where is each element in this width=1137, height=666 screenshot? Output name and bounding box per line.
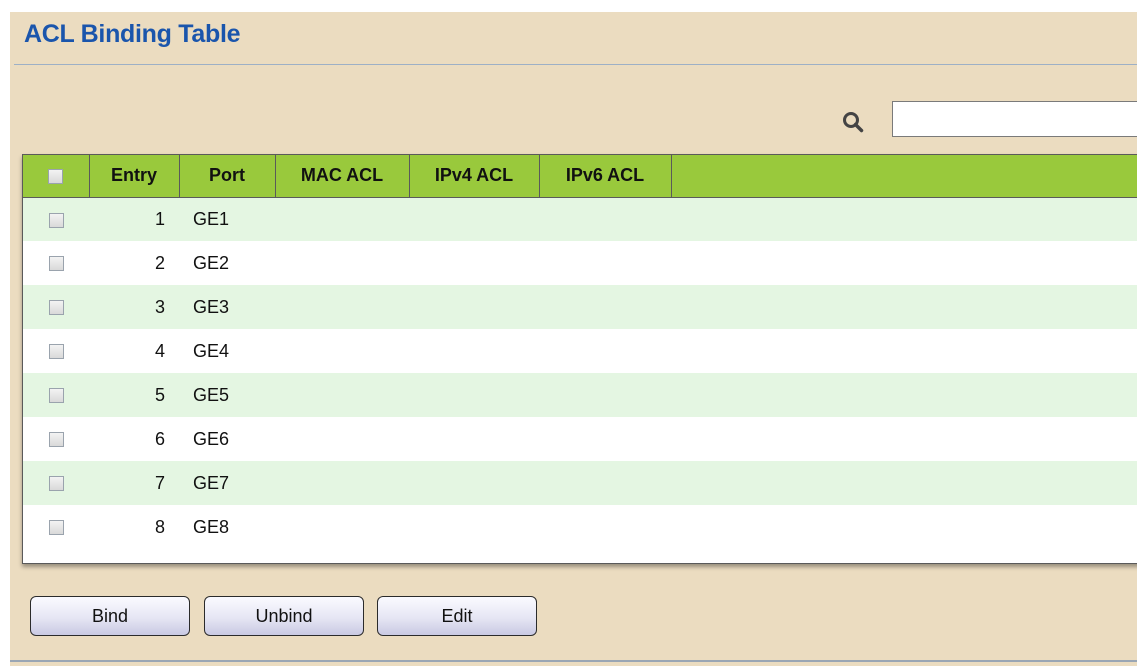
select-all-checkbox[interactable] <box>48 169 64 184</box>
page-title: ACL Binding Table <box>24 20 241 48</box>
row-checkbox[interactable] <box>48 256 64 272</box>
entry-cell: 6 <box>154 428 165 449</box>
row-checkbox[interactable] <box>48 432 64 448</box>
ipv4-acl-cell <box>409 241 539 285</box>
ipv4-acl-cell <box>409 329 539 373</box>
ipv6-acl-cell <box>539 285 671 329</box>
entry-cell: 1 <box>154 208 165 229</box>
mac-acl-cell <box>275 505 409 549</box>
mac-acl-cell <box>275 329 409 373</box>
port-cell: GE5 <box>193 384 230 405</box>
search-input[interactable] <box>892 101 1137 137</box>
filler-cell <box>671 241 1137 285</box>
row-checkbox[interactable] <box>48 520 64 536</box>
table-row[interactable]: 2 GE2 <box>23 241 1137 285</box>
ipv4-acl-cell <box>409 285 539 329</box>
row-select-cell <box>23 505 89 549</box>
unbind-button[interactable]: Unbind <box>204 596 364 636</box>
ipv6-acl-cell <box>539 241 671 285</box>
mac-acl-cell <box>275 417 409 461</box>
ipv6-acl-cell <box>539 373 671 417</box>
ipv6-acl-cell <box>539 329 671 373</box>
table-header-row: Entry Port MAC ACL IPv4 ACL IPv6 ACL <box>23 155 1137 198</box>
filler-cell <box>671 505 1137 549</box>
ipv4-acl-cell <box>409 197 539 241</box>
ipv4-acl-cell <box>409 373 539 417</box>
table-row[interactable]: 7 GE7 <box>23 461 1137 505</box>
ipv4-acl-cell <box>409 505 539 549</box>
entry-cell: 2 <box>154 252 165 273</box>
column-header-filler <box>671 155 1137 198</box>
ipv6-acl-cell <box>539 505 671 549</box>
table-row[interactable]: 8 GE8 <box>23 505 1137 549</box>
row-checkbox[interactable] <box>48 212 64 228</box>
row-checkbox[interactable] <box>48 300 64 316</box>
row-select-cell <box>23 329 89 373</box>
column-header-ipv4-acl[interactable]: IPv4 ACL <box>409 155 540 198</box>
mac-acl-cell <box>275 373 409 417</box>
entry-cell: 3 <box>154 296 165 317</box>
select-all-cell <box>23 155 90 198</box>
port-cell: GE8 <box>193 516 230 537</box>
column-header-ipv6-acl[interactable]: IPv6 ACL <box>539 155 672 198</box>
table-row[interactable]: 1 GE1 <box>23 197 1137 241</box>
bind-button[interactable]: Bind <box>30 596 190 636</box>
ipv6-acl-cell <box>539 461 671 505</box>
mac-acl-cell <box>275 241 409 285</box>
mac-acl-cell <box>275 461 409 505</box>
mac-acl-cell <box>275 197 409 241</box>
filler-cell <box>671 197 1137 241</box>
table-row[interactable]: 4 GE4 <box>23 329 1137 373</box>
port-cell: GE3 <box>193 296 230 317</box>
mac-acl-cell <box>275 285 409 329</box>
column-header-mac-acl[interactable]: MAC ACL <box>275 155 410 198</box>
filler-cell <box>671 373 1137 417</box>
title-divider <box>14 64 1137 65</box>
entry-cell: 4 <box>154 340 165 361</box>
port-cell: GE4 <box>193 340 230 361</box>
acl-binding-table: Entry Port MAC ACL IPv4 ACL IPv6 ACL 1 G… <box>22 154 1137 564</box>
ipv6-acl-cell <box>539 417 671 461</box>
entry-cell: 7 <box>154 472 165 493</box>
row-select-cell <box>23 417 89 461</box>
entry-cell: 5 <box>154 384 165 405</box>
bottom-divider <box>10 660 1137 662</box>
ipv4-acl-cell <box>409 461 539 505</box>
row-select-cell <box>23 197 89 241</box>
ipv6-acl-cell <box>539 197 671 241</box>
row-checkbox[interactable] <box>48 388 64 404</box>
row-select-cell <box>23 285 89 329</box>
entry-cell: 8 <box>154 516 165 537</box>
port-cell: GE2 <box>193 252 230 273</box>
filler-cell <box>671 285 1137 329</box>
row-checkbox[interactable] <box>48 344 64 360</box>
row-select-cell <box>23 241 89 285</box>
row-checkbox[interactable] <box>48 476 64 492</box>
search-icon[interactable] <box>842 111 864 133</box>
column-header-port[interactable]: Port <box>179 155 276 198</box>
row-select-cell <box>23 461 89 505</box>
port-cell: GE7 <box>193 472 230 493</box>
table-row[interactable]: 6 GE6 <box>23 417 1137 461</box>
row-select-cell <box>23 373 89 417</box>
ipv4-acl-cell <box>409 417 539 461</box>
filler-cell <box>671 329 1137 373</box>
table-row[interactable]: 5 GE5 <box>23 373 1137 417</box>
port-cell: GE1 <box>193 208 230 229</box>
filler-cell <box>671 417 1137 461</box>
column-header-entry[interactable]: Entry <box>89 155 180 198</box>
content-panel: ACL Binding Table Entry Port MAC ACL IPv… <box>10 12 1137 666</box>
table-row[interactable]: 3 GE3 <box>23 285 1137 329</box>
edit-button[interactable]: Edit <box>377 596 537 636</box>
filler-cell <box>671 461 1137 505</box>
port-cell: GE6 <box>193 428 230 449</box>
